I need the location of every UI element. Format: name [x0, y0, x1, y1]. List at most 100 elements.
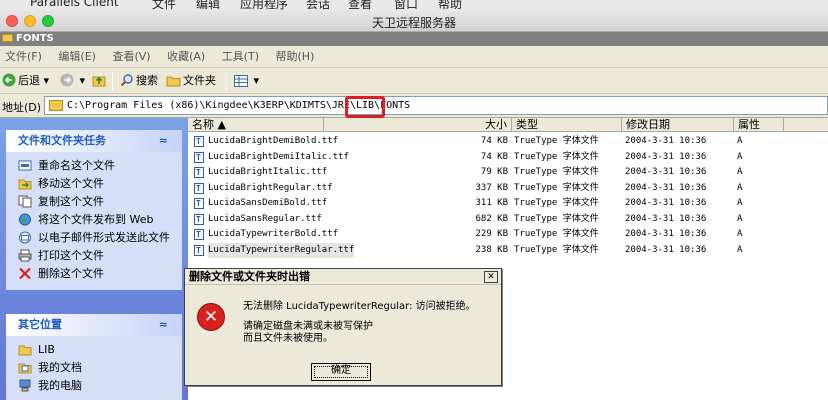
task-print[interactable]: 打印这个文件	[18, 248, 178, 263]
truetype-font-icon	[194, 181, 204, 196]
error-dialog: 删除文件或文件夹时出错 ✕ ✕ 无法删除 LucidaTypewriterReg…	[184, 268, 502, 386]
mac-menu-window[interactable]: 窗口	[394, 0, 418, 10]
menu-edit[interactable]: 编辑(E)	[58, 46, 96, 68]
truetype-font-icon	[194, 243, 204, 258]
task-rename[interactable]: 重命名这个文件	[18, 158, 178, 173]
red-highlight-annotation	[345, 96, 385, 118]
other-places-panel: 其它位置 ≈ LIB 我的文档 我的电脑	[6, 314, 182, 400]
mac-menu-help[interactable]: 帮助	[438, 0, 462, 10]
file-size: 337 KB	[475, 182, 508, 193]
task-email[interactable]: 以电子邮件形式发送此文件	[18, 230, 178, 245]
file-size: 682 KB	[475, 213, 508, 224]
file-name: LucidaBrightRegular.ttf	[208, 182, 333, 193]
email-icon	[19, 231, 31, 244]
file-date: 2004-3-31 10:36	[625, 151, 707, 162]
task-pane: 文件和文件夹任务 ≈ 重命名这个文件 移动这个文件 复制这个文件 将这个文件发布…	[0, 118, 188, 400]
back-label: 后退	[18, 74, 40, 87]
file-attributes: A	[737, 229, 743, 239]
menu-view[interactable]: 查看(V)	[112, 46, 150, 68]
place-lib[interactable]: LIB	[18, 342, 178, 357]
task-copy[interactable]: 复制这个文件	[18, 194, 178, 209]
task-label: 移动这个文件	[38, 177, 104, 190]
file-date: 2004-3-31 10:36	[625, 182, 707, 193]
file-row[interactable]: LucidaSansRegular.ttf 682 KB TrueType 字体文件…	[188, 212, 828, 227]
collapse-chevron-icon[interactable]: ≈	[159, 130, 168, 152]
file-row[interactable]: LucidaBrightItalic.ttf 79 KB TrueType 字体文件…	[188, 165, 828, 180]
task-label: 重命名这个文件	[38, 159, 115, 172]
file-date: 2004-3-31 10:36	[625, 244, 707, 255]
file-row[interactable]: LucidaBrightDemiBold.ttf 74 KB TrueType 字体…	[188, 134, 828, 149]
column-header-size[interactable]: 大小	[324, 118, 512, 132]
back-button[interactable]: 后退 ▾	[2, 71, 49, 91]
file-type: TrueType 字体文件	[514, 182, 599, 193]
other-places-title: 其它位置	[18, 318, 62, 331]
folders-label: 文件夹	[183, 74, 216, 87]
file-attributes: A	[737, 151, 743, 162]
truetype-font-icon	[194, 196, 204, 211]
menu-file[interactable]: 文件(F)	[5, 46, 42, 68]
place-label: 我的电脑	[38, 379, 82, 392]
file-tasks-header[interactable]: 文件和文件夹任务 ≈	[6, 130, 182, 152]
dialog-close-button[interactable]: ✕	[484, 271, 498, 283]
mac-menu-file[interactable]: 文件	[152, 0, 176, 10]
menu-tools[interactable]: 工具(T)	[222, 46, 259, 68]
file-row[interactable]: LucidaBrightDemiItalic.ttf74 KBTrueType …	[188, 150, 828, 165]
file-name: LucidaTypewriterBold.ttf	[208, 229, 339, 239]
explorer-title-strip: FONTS	[0, 32, 828, 46]
column-header-type[interactable]: 类型	[512, 118, 622, 132]
file-row[interactable]: LucidaTypewriterBold.ttf 229 KB TrueType 字…	[188, 227, 828, 242]
explorer-menu-bar: 文件(F) 编辑(E) 查看(V) 收藏(A) 工具(T) 帮助(H)	[0, 46, 828, 68]
task-move[interactable]: 移动这个文件	[18, 176, 178, 191]
search-button[interactable]: 搜索	[120, 71, 158, 91]
address-path-prefix: C:\Program Files (x86)\Kingdee\K3ERP\KDI…	[67, 100, 381, 111]
mac-menu-edit[interactable]: 编辑	[196, 0, 220, 10]
column-header-name[interactable]: 名称 ▲	[188, 118, 324, 132]
mac-menu-app[interactable]: Parallels Client	[30, 0, 119, 9]
up-folder-button[interactable]	[92, 71, 108, 91]
address-input[interactable]: C:\Program Files (x86)\Kingdee\K3ERP\KDI…	[44, 96, 828, 115]
other-places-header[interactable]: 其它位置 ≈	[6, 314, 182, 336]
toolbar-separator	[226, 72, 227, 90]
folders-button[interactable]: 文件夹	[166, 71, 216, 91]
task-delete[interactable]: 删除这个文件	[18, 266, 178, 281]
truetype-font-icon	[194, 227, 204, 242]
folder-icon	[2, 34, 13, 42]
forward-button[interactable]: ▾	[60, 71, 85, 91]
file-row[interactable]: LucidaTypewriterRegular.ttf238 KBTrueTyp…	[188, 242, 828, 258]
column-header-empty	[784, 118, 828, 132]
file-row[interactable]: LucidaSansDemiBold.ttf 311 KB TrueType 字体文…	[188, 196, 828, 211]
views-button[interactable]: ▾	[234, 71, 259, 91]
truetype-font-icon	[194, 150, 204, 165]
place-my-computer[interactable]: 我的电脑	[18, 378, 178, 393]
delete-x-icon	[19, 267, 31, 280]
task-label: 复制这个文件	[38, 195, 104, 208]
collapse-chevron-icon[interactable]: ≈	[159, 314, 168, 336]
dialog-ok-button[interactable]: 确定	[311, 363, 371, 381]
file-name: LucidaSansRegular.ttf	[208, 213, 322, 224]
mac-menu-view[interactable]: 查看	[348, 0, 372, 10]
file-tasks-title: 文件和文件夹任务	[18, 134, 106, 147]
place-my-documents[interactable]: 我的文档	[18, 360, 178, 375]
file-attributes: A	[737, 136, 743, 146]
search-icon	[120, 74, 133, 87]
menu-favorites[interactable]: 收藏(A)	[167, 46, 205, 68]
my-documents-icon	[18, 363, 32, 374]
column-header-attributes[interactable]: 属性	[734, 118, 784, 132]
file-type: TrueType 字体文件	[514, 198, 599, 208]
dialog-detail-line-1: 请确定磁盘未满或未被写保护	[243, 321, 373, 332]
mac-menu-apps[interactable]: 应用程序	[240, 0, 288, 10]
menu-help[interactable]: 帮助(H)	[276, 46, 315, 68]
truetype-font-icon	[194, 212, 204, 227]
globe-icon	[19, 213, 31, 226]
column-header-date[interactable]: 修改日期	[622, 118, 734, 132]
rename-icon	[18, 160, 32, 171]
copy-icon	[18, 195, 32, 208]
forward-arrow-icon	[60, 73, 74, 87]
task-publish-web[interactable]: 将这个文件发布到 Web	[18, 212, 178, 227]
window-titlebar: 天卫远程服务器	[0, 10, 828, 32]
truetype-font-icon	[194, 165, 204, 180]
mac-menu-session[interactable]: 会话	[306, 0, 330, 10]
dialog-title: 删除文件或文件夹时出错	[189, 270, 310, 283]
dialog-detail-line-2: 而且文件未被使用。	[243, 333, 333, 344]
file-row[interactable]: LucidaBrightRegular.ttf 337 KB TrueType 字体…	[188, 181, 828, 196]
